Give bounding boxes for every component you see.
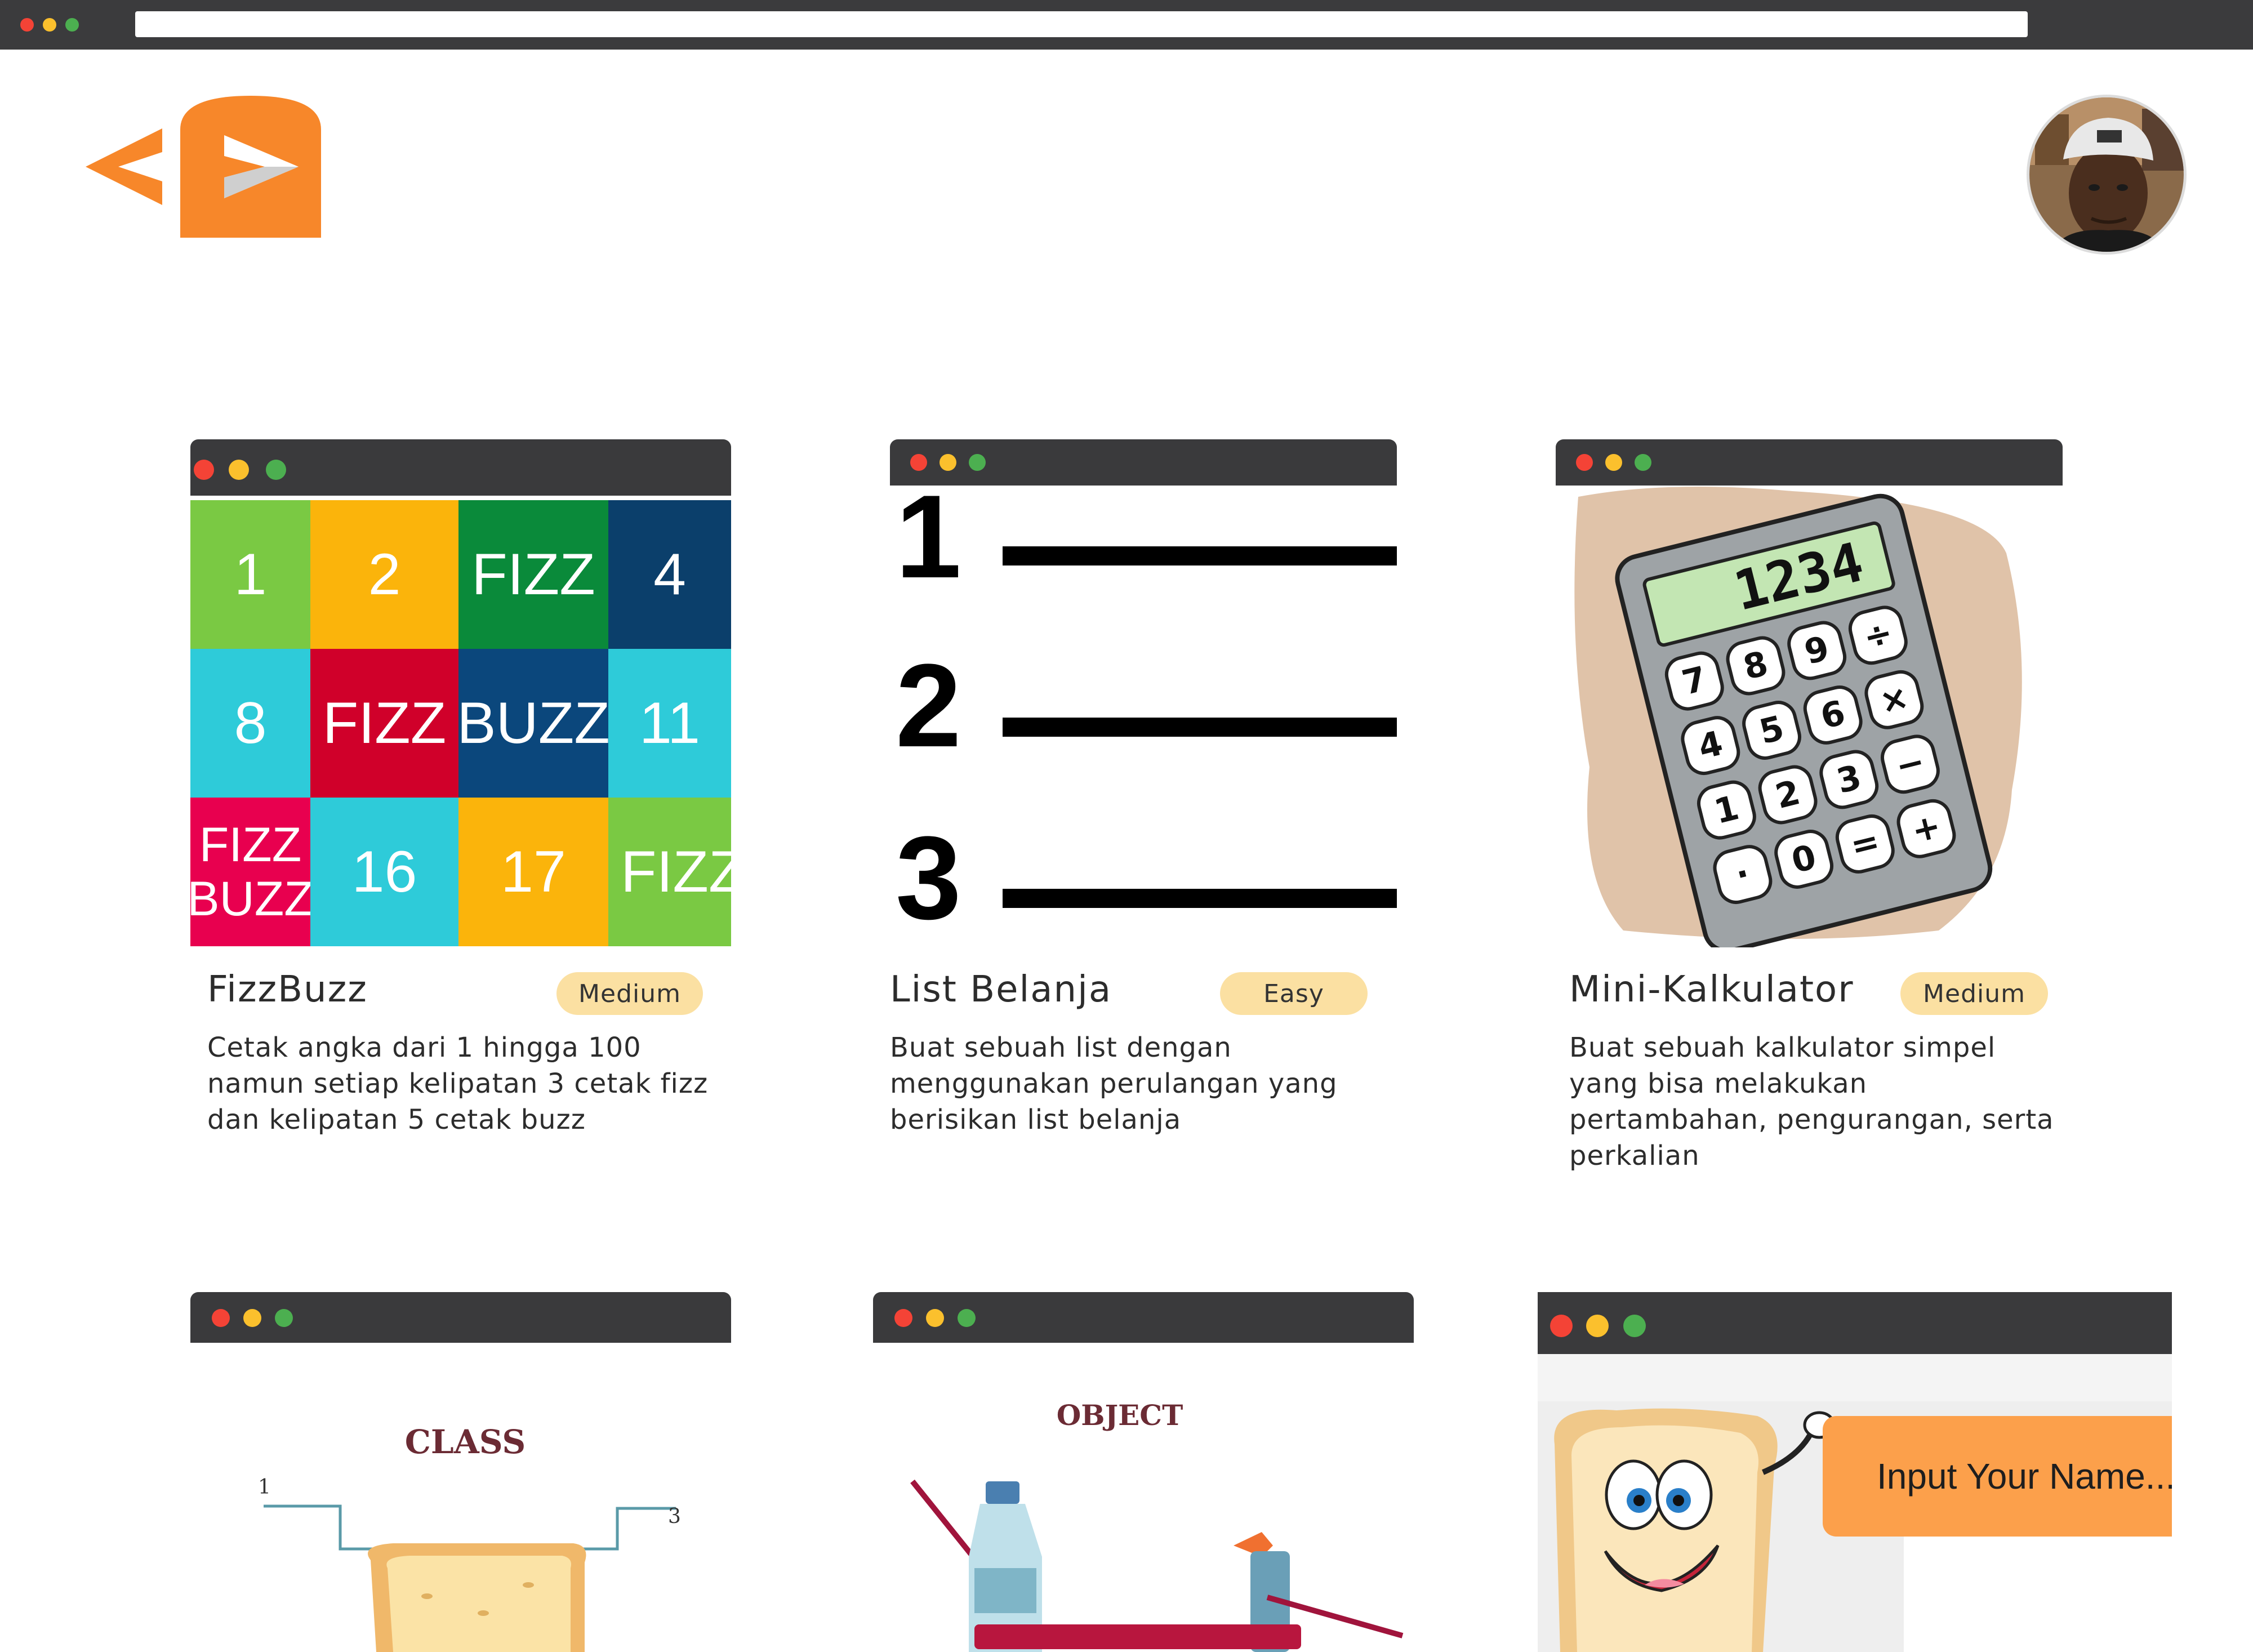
- input-name-thumbnail: Input Your Name...: [1538, 1354, 2172, 1652]
- diagram-label: 3: [668, 1505, 681, 1528]
- yellow-dot-icon: [243, 1309, 261, 1327]
- red-dot-icon: [194, 460, 214, 480]
- list-number: 3: [896, 812, 961, 944]
- grid-cell: 1: [190, 500, 310, 649]
- grid-cell: FIZZ: [310, 649, 458, 798]
- green-dot-icon: [1623, 1315, 1646, 1337]
- window-bar: [190, 439, 731, 496]
- green-dot-icon: [1635, 454, 1651, 471]
- yellow-dot-icon: [940, 454, 956, 471]
- diagram-label: 1: [258, 1476, 271, 1499]
- red-dot-icon: [894, 1309, 912, 1327]
- user-avatar[interactable]: [2027, 95, 2187, 255]
- red-dot-icon: [1550, 1315, 1573, 1337]
- object-heading: OBJECT: [1057, 1399, 1183, 1432]
- list-number: 2: [896, 639, 961, 772]
- list-line: [1003, 718, 1397, 737]
- object-thumbnail: OBJECT: [873, 1343, 1414, 1652]
- green-dot-icon: [266, 460, 286, 480]
- challenge-card-object[interactable]: OBJECT: [873, 1292, 1414, 1652]
- grid-cell: 11: [608, 649, 731, 798]
- yellow-dot-icon: [1586, 1315, 1609, 1337]
- red-dot-icon: [1576, 454, 1593, 471]
- grid-cell: BUZZ: [458, 649, 608, 798]
- green-dot-icon: [969, 454, 986, 471]
- window-bar: [190, 1292, 731, 1343]
- card-description: Buat sebuah list dengan menggunakan peru…: [890, 1032, 1338, 1136]
- grid-cell: 16: [310, 798, 458, 946]
- card-title: FizzBuzz: [207, 969, 368, 1010]
- window-close-dot[interactable]: [20, 18, 34, 32]
- yellow-dot-icon: [1605, 454, 1622, 471]
- window-bar: [873, 1292, 1414, 1343]
- red-dot-icon: [910, 454, 927, 471]
- grid-cell: FIZZ: [608, 798, 731, 946]
- red-dot-icon: [212, 1309, 230, 1327]
- grid-cell: 2: [310, 500, 458, 649]
- window-bar: [890, 439, 1397, 486]
- window-maximize-dot[interactable]: [65, 18, 79, 32]
- calculator-thumbnail: 1234 7 8 9 ÷ 4 5 6 × 1 2 3− · 0 = +: [1556, 486, 2063, 947]
- class-heading: CLASS: [405, 1423, 526, 1461]
- list-line: [1003, 889, 1397, 908]
- grid-cell: FIZZ: [458, 500, 608, 649]
- grid-cell: 17: [458, 798, 608, 946]
- grid-cell: FIZZ BUZZ: [190, 798, 310, 946]
- yellow-dot-icon: [926, 1309, 944, 1327]
- green-dot-icon: [275, 1309, 293, 1327]
- challenge-card-list-belanja[interactable]: 1 2 3 List Belanja Easy Buat sebuah list…: [890, 439, 1397, 1149]
- fizzbuzz-thumbnail: 1 2 FIZZ 4 8 FIZZ BUZZ 11 FIZZ BUZZ 16 1…: [190, 496, 731, 951]
- list-line: [1003, 546, 1397, 565]
- code-bread-logo[interactable]: [84, 96, 321, 238]
- list-thumbnail: 1 2 3: [890, 486, 1397, 947]
- card-title: List Belanja: [890, 969, 1112, 1010]
- window-bar: [1556, 439, 2063, 486]
- browser-toolbar: [0, 0, 2253, 50]
- window-bar: [1538, 1292, 2172, 1354]
- list-number: 1: [896, 486, 961, 603]
- window-minimize-dot[interactable]: [43, 18, 56, 32]
- card-description: Cetak angka dari 1 hingga 100 namun seti…: [207, 1032, 709, 1136]
- challenge-card-input-name[interactable]: Input Your Name...: [1538, 1292, 2172, 1652]
- address-bar[interactable]: [135, 11, 2028, 37]
- card-title: Mini-Kalkulator: [1569, 969, 1854, 1010]
- grid-cell: 8: [190, 649, 310, 798]
- challenge-card-mini-kalkulator[interactable]: 1234 7 8 9 ÷ 4 5 6 × 1 2 3− · 0 = + Mini-Kalkulator Me…: [1556, 439, 2063, 1172]
- difficulty-badge: Medium: [1900, 972, 2048, 1015]
- grid-cell: 4: [608, 500, 731, 649]
- card-description: Buat sebuah kalkulator simpel yang bisa …: [1569, 1032, 2054, 1172]
- name-input[interactable]: Input Your Name...: [1823, 1416, 2172, 1537]
- difficulty-badge: Medium: [556, 972, 703, 1015]
- yellow-dot-icon: [229, 460, 249, 480]
- challenge-card-fizzbuzz[interactable]: 1 2 FIZZ 4 8 FIZZ BUZZ 11 FIZZ BUZZ 16 1…: [190, 439, 731, 1149]
- difficulty-badge: Easy: [1220, 972, 1368, 1015]
- green-dot-icon: [958, 1309, 976, 1327]
- challenge-card-class[interactable]: CLASS 1 3: [190, 1292, 731, 1652]
- class-thumbnail: CLASS 1 3: [190, 1343, 731, 1652]
